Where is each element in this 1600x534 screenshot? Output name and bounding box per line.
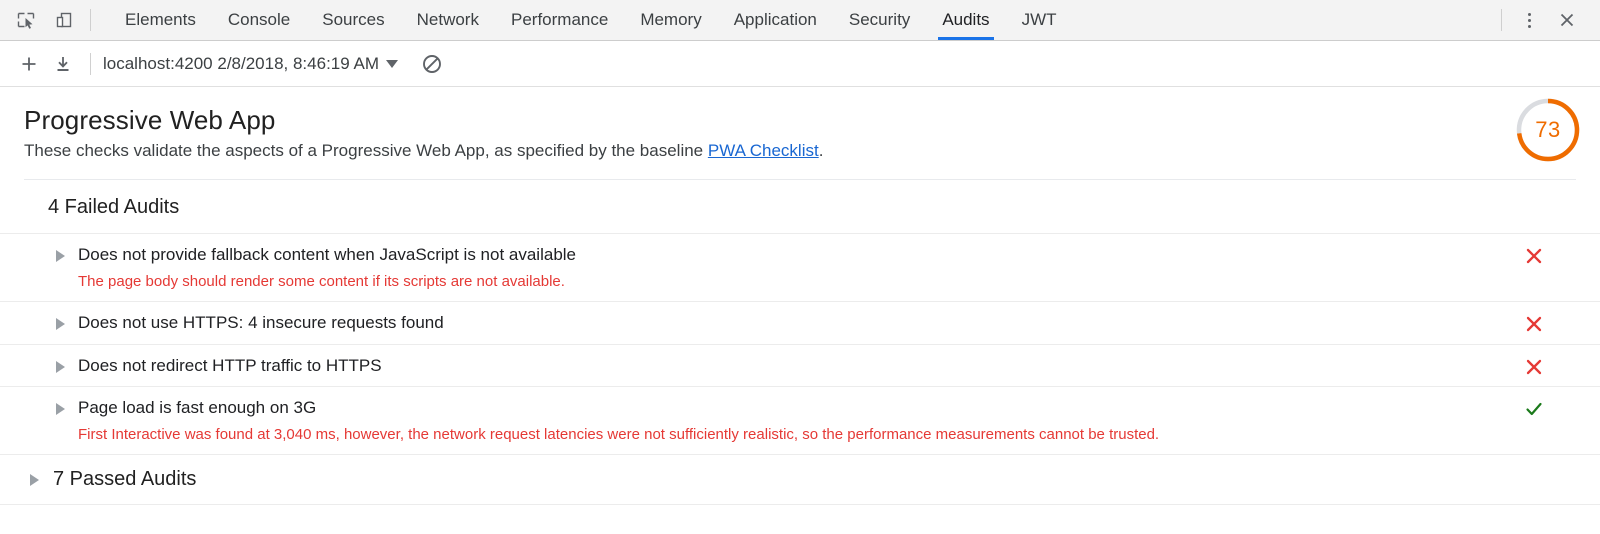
tab-memory[interactable]: Memory [624, 0, 717, 40]
tab-performance[interactable]: Performance [495, 0, 624, 40]
report-header: Progressive Web App These checks validat… [0, 87, 1600, 179]
kebab-dot [1528, 25, 1531, 28]
audit-title: Page load is fast enough on 3G [78, 396, 1546, 420]
expand-triangle-icon[interactable] [56, 361, 65, 373]
status-badge-fail [1524, 357, 1544, 377]
import-audit-icon[interactable] [46, 47, 80, 81]
new-audit-icon[interactable] [12, 47, 46, 81]
close-icon-svg [1557, 10, 1577, 30]
audit-row[interactable]: Page load is fast enough on 3G First Int… [0, 386, 1600, 454]
report-description-suffix: . [819, 141, 824, 160]
devtools-toolbar-icons [0, 0, 101, 40]
chevron-down-icon [386, 60, 398, 68]
audit-row[interactable]: Does not use HTTPS: 4 insecure requests … [0, 301, 1600, 344]
devtools-tabbar: Elements Console Sources Network Perform… [0, 0, 1600, 41]
tab-label: Memory [640, 10, 701, 30]
audit-row[interactable]: Does not provide fallback content when J… [0, 233, 1600, 301]
status-badge-fail [1524, 314, 1544, 334]
tab-label: Network [417, 10, 479, 30]
plus-icon [19, 54, 39, 74]
tab-label: Sources [322, 10, 384, 30]
expand-triangle-icon[interactable] [56, 318, 65, 330]
audits-action-bar: localhost:4200 2/8/2018, 8:46:19 AM [0, 41, 1600, 87]
cross-icon [1524, 357, 1544, 377]
audits-bar-divider [90, 53, 91, 75]
failed-audits-heading: 4 Failed Audits [0, 180, 1600, 233]
status-badge-fail [1524, 246, 1544, 266]
tabbar-right-controls [1493, 0, 1600, 40]
audit-title: Does not use HTTPS: 4 insecure requests … [78, 311, 1546, 335]
expand-triangle-icon[interactable] [56, 250, 65, 262]
tabbar-right-divider [1501, 9, 1502, 31]
device-toolbar-icon[interactable] [48, 5, 80, 35]
close-icon[interactable] [1548, 3, 1586, 37]
pwa-checklist-link[interactable]: PWA Checklist [708, 141, 819, 160]
cross-icon [1524, 314, 1544, 334]
kebab-dot [1528, 13, 1531, 16]
report-bottom-spacer [0, 505, 1600, 515]
report-selector-label: localhost:4200 2/8/2018, 8:46:19 AM [103, 54, 379, 74]
tab-jwt[interactable]: JWT [1006, 0, 1073, 40]
failed-audits-list: Does not provide fallback content when J… [0, 233, 1600, 454]
report-selector[interactable]: localhost:4200 2/8/2018, 8:46:19 AM [103, 54, 398, 74]
tab-label: Application [734, 10, 817, 30]
report-description-text: These checks validate the aspects of a P… [24, 141, 708, 160]
tab-elements[interactable]: Elements [109, 0, 212, 40]
passed-audits-heading: 7 Passed Audits [53, 468, 196, 491]
audit-row[interactable]: Does not redirect HTTP traffic to HTTPS [0, 344, 1600, 387]
audit-report: Progressive Web App These checks validat… [0, 87, 1600, 515]
check-icon [1524, 399, 1544, 419]
tab-label: Audits [942, 10, 989, 30]
audit-title: Does not redirect HTTP traffic to HTTPS [78, 354, 1546, 378]
score-value: 73 [1514, 96, 1582, 164]
tab-security[interactable]: Security [833, 0, 926, 40]
audit-note: The page body should render some content… [78, 271, 1546, 292]
tab-label: Security [849, 10, 910, 30]
panel-tabs: Elements Console Sources Network Perform… [101, 0, 1493, 40]
cross-icon [1524, 246, 1544, 266]
tab-label: Elements [125, 10, 196, 30]
passed-audits-section[interactable]: 7 Passed Audits [0, 454, 1600, 505]
inspect-element-icon[interactable] [10, 5, 42, 35]
tab-label: JWT [1022, 10, 1057, 30]
page-title: Progressive Web App [24, 105, 1576, 136]
tab-network[interactable]: Network [401, 0, 495, 40]
report-description: These checks validate the aspects of a P… [24, 140, 1576, 163]
audit-note: First Interactive was found at 3,040 ms,… [78, 424, 1546, 445]
expand-triangle-icon[interactable] [56, 403, 65, 415]
score-gauge: 73 [1514, 96, 1582, 164]
kebab-dot [1528, 19, 1531, 22]
more-options-icon[interactable] [1512, 3, 1546, 37]
toolbar-divider [90, 9, 91, 31]
tab-label: Console [228, 10, 290, 30]
audit-title: Does not provide fallback content when J… [78, 243, 1546, 267]
tab-sources[interactable]: Sources [306, 0, 400, 40]
tab-label: Performance [511, 10, 608, 30]
download-icon [53, 54, 73, 74]
inspect-element-icon-svg [16, 10, 36, 30]
clear-all-icon[interactable] [416, 48, 448, 80]
tab-audits[interactable]: Audits [926, 0, 1005, 40]
ban-icon [421, 53, 443, 75]
device-toolbar-icon-svg [54, 10, 74, 30]
tab-application[interactable]: Application [718, 0, 833, 40]
tab-console[interactable]: Console [212, 0, 306, 40]
expand-triangle-icon[interactable] [30, 474, 39, 486]
status-badge-pass [1524, 399, 1544, 419]
